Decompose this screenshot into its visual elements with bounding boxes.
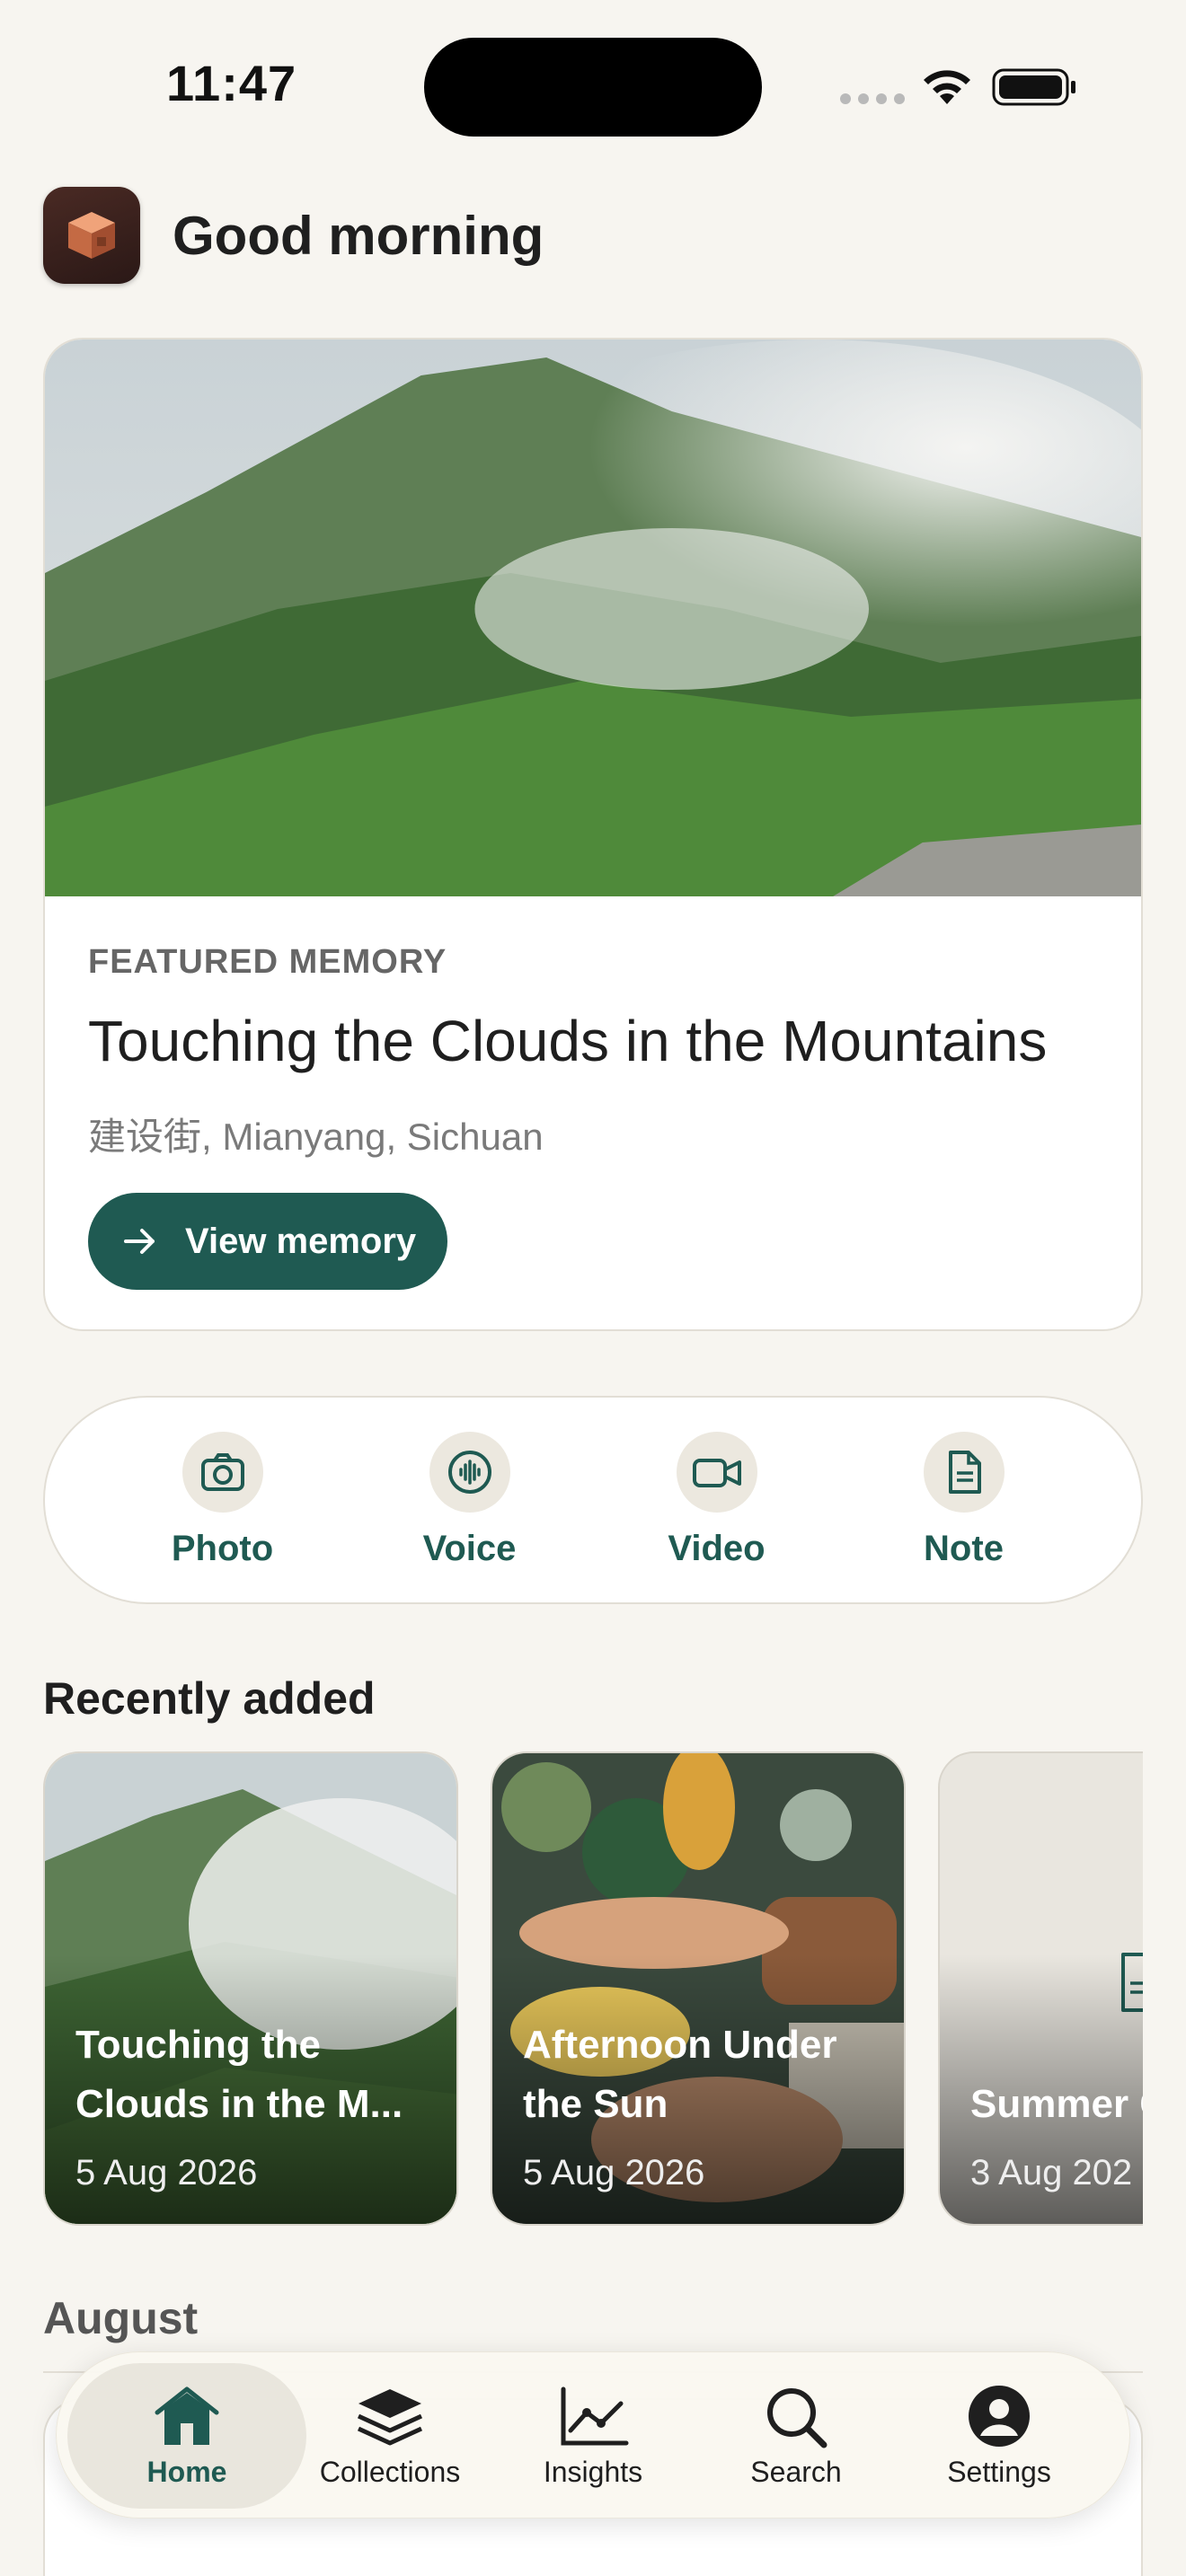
status-time: 11:47	[166, 55, 297, 111]
recent-memory-title: Touching the Clouds in the M...	[75, 2023, 403, 2126]
tab-insights-label: Insights	[543, 2455, 643, 2488]
layers-icon	[357, 2388, 423, 2445]
recent-memory-card[interactable]: Touching the Clouds in the M... 5 Aug 20…	[43, 1751, 458, 2226]
home-icon	[155, 2386, 219, 2445]
recent-memory-title: Summer Cheese F	[970, 2082, 1143, 2126]
greeting-title: Good morning	[173, 206, 544, 266]
capture-video-label: Video	[668, 1528, 766, 1568]
dynamic-island	[424, 38, 762, 137]
august-section-title: August	[43, 2293, 199, 2343]
featured-memory-card[interactable]: FEATURED MEMORY Touching the Clouds in t…	[43, 338, 1143, 1331]
recent-memory-title: Afternoon Under the Sun	[523, 2023, 837, 2126]
status-bar: 11:47	[0, 0, 1186, 171]
tab-home-label: Home	[146, 2455, 227, 2488]
video-icon	[692, 1458, 741, 1487]
arrow-right-icon	[124, 1229, 155, 1254]
recently-added-title: Recently added	[43, 1673, 376, 1724]
recent-memory-card[interactable]: Summer Cheese F 3 Aug 202	[938, 1751, 1143, 2226]
tab-collections-label: Collections	[319, 2455, 461, 2488]
search-icon	[767, 2387, 828, 2448]
capture-voice-label: Voice	[422, 1528, 517, 1568]
tab-settings-label: Settings	[947, 2455, 1051, 2488]
bottom-tab-bar: Home Collections Insights Search Setting…	[56, 2351, 1130, 2519]
recent-memory-date: 3 Aug 202	[970, 2153, 1133, 2192]
featured-kicker: FEATURED MEMORY	[88, 943, 447, 981]
chart-icon	[561, 2386, 629, 2445]
recent-memory-date: 5 Aug 2026	[75, 2153, 258, 2192]
capture-photo-label: Photo	[171, 1528, 274, 1568]
featured-location: 建设街, Mianyang, Sichuan	[88, 1116, 544, 1158]
cellular-signal-icon	[840, 93, 905, 104]
view-memory-label: View memory	[185, 1221, 417, 1261]
capture-note-button[interactable]: Note	[883, 1431, 1045, 1569]
featured-title: Touching the Clouds in the Mountains	[88, 1009, 1048, 1073]
capture-note-label: Note	[924, 1528, 1004, 1568]
capture-photo-button[interactable]: Photo	[142, 1431, 304, 1569]
capture-video-button[interactable]: Video	[636, 1431, 798, 1569]
capture-voice-button[interactable]: Voice	[389, 1431, 551, 1569]
app-logo	[43, 187, 140, 284]
tab-settings[interactable]: Settings	[880, 2363, 1119, 2509]
featured-memory-image	[45, 340, 1141, 896]
quick-capture-bar: Photo Voice Video Note	[43, 1396, 1143, 1604]
profile-icon	[969, 2385, 1030, 2447]
camera-icon	[200, 1452, 244, 1491]
wifi-icon	[924, 70, 970, 104]
note-icon	[948, 1450, 981, 1494]
recent-memory-card[interactable]: Afternoon Under the Sun 5 Aug 2026	[491, 1751, 906, 2226]
battery-icon	[992, 68, 1075, 106]
voice-icon	[447, 1450, 491, 1494]
box-icon	[68, 212, 115, 259]
recent-memory-date: 5 Aug 2026	[523, 2153, 705, 2192]
view-memory-button[interactable]: View memory	[88, 1193, 447, 1290]
recently-added-carousel[interactable]: Touching the Clouds in the M... 5 Aug 20…	[43, 1751, 1143, 2228]
tab-search-label: Search	[750, 2455, 842, 2488]
